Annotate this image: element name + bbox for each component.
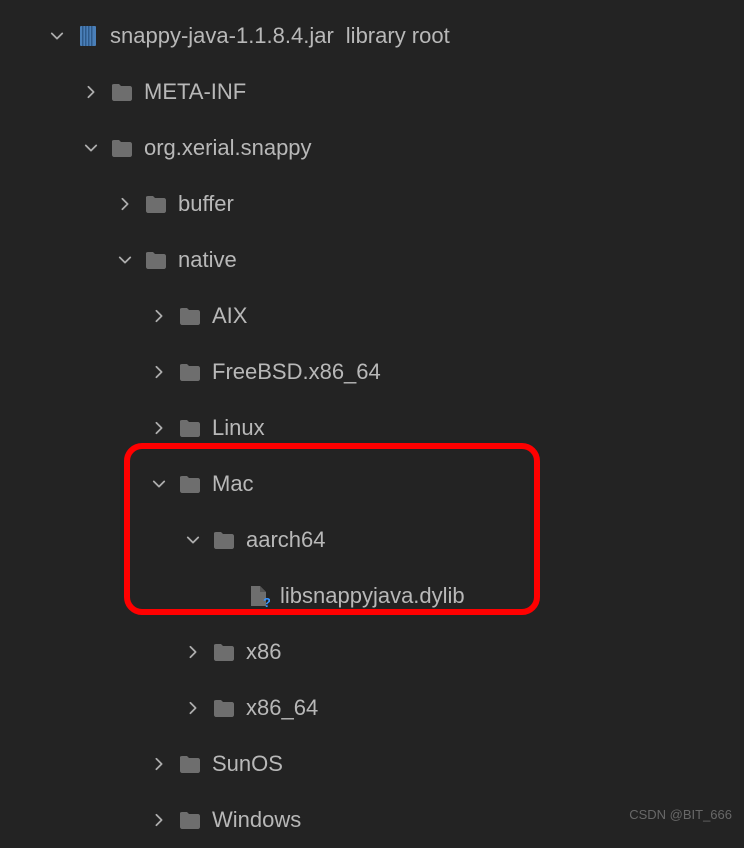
tree-folder-linux[interactable]: Linux [0, 400, 744, 456]
chevron-right-icon [82, 83, 100, 101]
folder-icon [144, 192, 168, 216]
chevron-right-icon [184, 643, 202, 661]
file-unknown-icon [246, 584, 270, 608]
tree-folder-aarch64[interactable]: aarch64 [0, 512, 744, 568]
chevron-down-icon [116, 251, 134, 269]
chevron-right-icon [184, 699, 202, 717]
tree-item-label: META-INF [144, 79, 246, 105]
folder-icon [178, 752, 202, 776]
tree-folder-buffer[interactable]: buffer [0, 176, 744, 232]
folder-icon [212, 696, 236, 720]
tree-item-label: SunOS [212, 751, 283, 777]
chevron-right-icon [150, 363, 168, 381]
tree-item-label: aarch64 [246, 527, 326, 553]
tree-folder-aix[interactable]: AIX [0, 288, 744, 344]
chevron-down-icon [184, 531, 202, 549]
chevron-right-icon [150, 811, 168, 829]
tree-item-label: buffer [178, 191, 234, 217]
tree-folder-mac[interactable]: Mac [0, 456, 744, 512]
tree-folder-sunos[interactable]: SunOS [0, 736, 744, 792]
folder-icon [144, 248, 168, 272]
tree-file-dylib[interactable]: libsnappyjava.dylib [0, 568, 744, 624]
chevron-right-icon [150, 755, 168, 773]
tree-item-label: Windows [212, 807, 301, 833]
tree-item-label: snappy-java-1.1.8.4.jar [110, 23, 334, 49]
chevron-right-icon [150, 307, 168, 325]
folder-icon [212, 528, 236, 552]
tree-item-suffix: library root [346, 23, 450, 49]
folder-icon [178, 360, 202, 384]
folder-icon [110, 80, 134, 104]
tree-folder-x86-64[interactable]: x86_64 [0, 680, 744, 736]
tree-item-label: x86 [246, 639, 281, 665]
tree-item-label: FreeBSD.x86_64 [212, 359, 381, 385]
watermark: CSDN @BIT_666 [629, 807, 732, 822]
tree-item-label: org.xerial.snappy [144, 135, 312, 161]
folder-icon [178, 808, 202, 832]
chevron-down-icon [82, 139, 100, 157]
jar-icon [76, 24, 100, 48]
tree-item-label: native [178, 247, 237, 273]
tree-item-label: Mac [212, 471, 254, 497]
folder-icon [212, 640, 236, 664]
folder-icon [178, 472, 202, 496]
tree-folder-native[interactable]: native [0, 232, 744, 288]
tree-folder-x86[interactable]: x86 [0, 624, 744, 680]
tree-folder-freebsd[interactable]: FreeBSD.x86_64 [0, 344, 744, 400]
tree-folder-xerial[interactable]: org.xerial.snappy [0, 120, 744, 176]
tree-item-label: Linux [212, 415, 265, 441]
chevron-right-icon [150, 419, 168, 437]
folder-icon [178, 416, 202, 440]
tree-item-label: x86_64 [246, 695, 318, 721]
tree-item-label: libsnappyjava.dylib [280, 583, 465, 609]
chevron-down-icon [150, 475, 168, 493]
project-tree: snappy-java-1.1.8.4.jar library root MET… [0, 0, 744, 848]
tree-folder-meta-inf[interactable]: META-INF [0, 64, 744, 120]
folder-icon [110, 136, 134, 160]
chevron-right-icon [116, 195, 134, 213]
tree-item-label: AIX [212, 303, 247, 329]
folder-icon [178, 304, 202, 328]
chevron-down-icon [48, 27, 66, 45]
tree-root-item[interactable]: snappy-java-1.1.8.4.jar library root [0, 8, 744, 64]
